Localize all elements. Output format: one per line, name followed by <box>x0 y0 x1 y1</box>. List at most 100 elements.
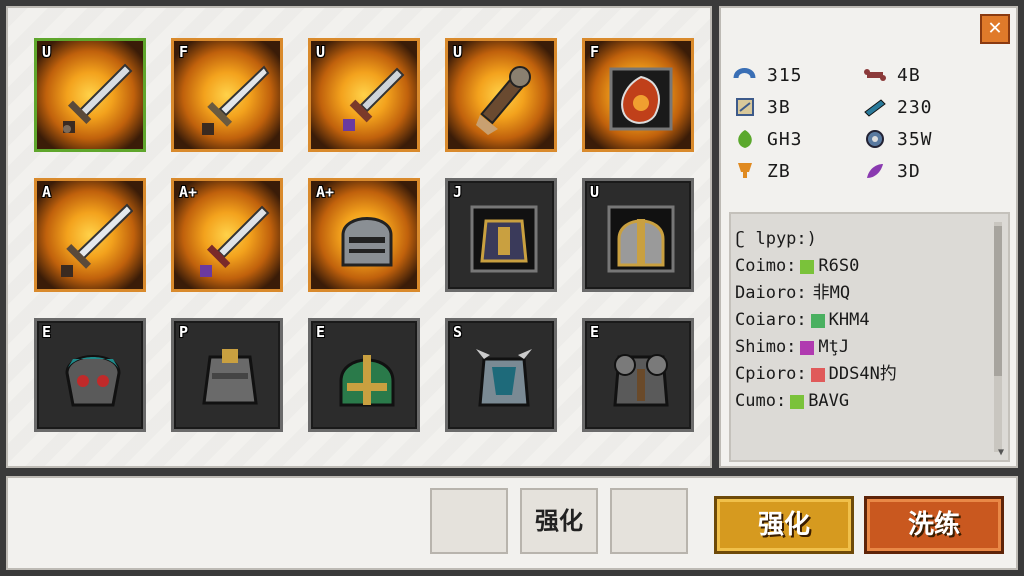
item-details-list: ʗ lpyp:) Coimo: R6S0 Daioro: 非MQ Coiaro: KHM4… <box>735 226 897 415</box>
inventory-slot[interactable]: F <box>171 38 283 152</box>
detail-chip-icon <box>800 259 815 274</box>
stat-entry: 230 <box>863 96 983 118</box>
detail-line: Daioro: 非MQ <box>735 280 897 307</box>
stat-value: 315 <box>767 64 803 86</box>
close-button[interactable]: ✕ <box>980 14 1010 44</box>
slot-grade-label: P <box>179 323 189 341</box>
inventory-grid: U F U U F A A+ A+ J U E P E S E <box>34 38 694 432</box>
material-slot-3[interactable] <box>610 488 688 554</box>
material-slot-label: 强化 <box>535 507 583 535</box>
slot-grade-label: A <box>42 183 52 201</box>
stat-entry: 35W <box>863 128 983 150</box>
short-sword-icon <box>343 67 405 131</box>
inventory-slot[interactable]: A+ <box>308 178 420 292</box>
slot-grade-label: E <box>42 323 52 341</box>
stats-panel: ✕ 315 4B 3B 230 GH3 35W ZB 3D ʗ lpyp:) Coimo: R6… <box>719 6 1018 468</box>
details-scrollbar[interactable] <box>994 222 1002 452</box>
knight-helmet-icon <box>341 217 393 267</box>
inventory-slot[interactable]: E <box>582 318 694 432</box>
slot-grade-label: E <box>316 323 326 341</box>
bone-club-icon <box>476 66 531 135</box>
inventory-slot[interactable]: U <box>34 38 146 152</box>
inventory-slot[interactable]: E <box>308 318 420 432</box>
gear-icon <box>866 130 884 148</box>
item-details-box[interactable]: ʗ lpyp:) Coimo: R6S0 Daioro: 非MQ Coiaro: KHM4… <box>729 212 1010 462</box>
detail-value: DDS4N扚 <box>828 364 897 384</box>
detail-value: MţJ <box>818 337 850 357</box>
stat-value: 230 <box>897 96 933 118</box>
inventory-panel: U F U U F A A+ A+ J U E P E S E <box>6 6 712 468</box>
detail-label: Cpioro: <box>735 364 807 384</box>
detail-label: Shimo: <box>735 337 797 357</box>
slot-grade-label: F <box>179 43 189 61</box>
slot-grade-label: F <box>590 43 600 61</box>
stat-value: 4B <box>897 64 921 86</box>
sword-icon <box>202 65 270 135</box>
detail-label: Coiaro: <box>735 310 807 330</box>
broadsword-icon <box>63 63 133 133</box>
detail-value: BAVG <box>808 391 850 411</box>
green-helmet-icon <box>339 355 395 407</box>
plate-armor-icon <box>202 349 258 405</box>
stat-value: 3D <box>897 160 921 182</box>
material-slot-1[interactable] <box>430 488 508 554</box>
stat-entry: 315 <box>733 64 863 86</box>
stat-value: 3B <box>767 96 791 118</box>
details-header: ʗ lpyp:) <box>735 229 817 249</box>
detail-label: Coimo: <box>735 256 797 276</box>
detail-value: KHM4 <box>828 310 870 330</box>
slot-grade-label: U <box>42 43 52 61</box>
detail-line: Cpioro: DDS4N扚 <box>735 361 897 388</box>
detail-label: Daioro: <box>735 283 807 303</box>
detail-line: Cumo: BAVG <box>735 388 897 415</box>
stat-entry: 3B <box>733 96 863 118</box>
detail-chip-icon <box>790 394 805 409</box>
inventory-slot[interactable]: U <box>308 38 420 152</box>
skull-mask-icon <box>65 355 121 407</box>
detail-chip-icon <box>810 367 825 382</box>
gold-armor-icon <box>470 205 538 273</box>
slot-grade-label: J <box>453 183 463 201</box>
stat-value: ZB <box>767 160 791 182</box>
scroll-icon <box>736 98 754 116</box>
action-bar: 强化 强化 洗练 <box>6 476 1018 570</box>
detail-value: 非MQ <box>812 283 851 303</box>
slot-grade-label: U <box>590 183 600 201</box>
stat-entry: GH3 <box>733 128 863 150</box>
detail-value: R6S0 <box>818 256 860 276</box>
inventory-slot[interactable]: J <box>445 178 557 292</box>
fire-gem-icon <box>609 67 673 131</box>
stat-value: GH3 <box>767 128 803 150</box>
slot-grade-label: S <box>453 323 463 341</box>
inventory-slot[interactable]: U <box>445 38 557 152</box>
inventory-slot[interactable]: S <box>445 318 557 432</box>
heavy-armor-icon <box>613 354 669 407</box>
detail-label: Cumo: <box>735 391 787 411</box>
inventory-slot[interactable]: P <box>171 318 283 432</box>
horseshoe-icon <box>733 68 756 79</box>
inventory-slot[interactable]: U <box>582 178 694 292</box>
stat-entry: ZB <box>733 160 863 182</box>
detail-chip-icon <box>800 340 815 355</box>
enhance-button[interactable]: 强化 <box>714 496 854 554</box>
slot-grade-label: U <box>453 43 463 61</box>
inventory-slot[interactable]: A <box>34 178 146 292</box>
feather-icon <box>867 164 883 178</box>
scroll-thumb[interactable] <box>994 226 1002 376</box>
blade-icon <box>864 99 886 117</box>
spiked-armor-icon <box>476 349 532 407</box>
reroll-button[interactable]: 洗练 <box>864 496 1004 554</box>
trophy-icon <box>738 163 752 178</box>
material-slot-2[interactable]: 强化 <box>520 488 598 554</box>
stat-entry: 3D <box>863 160 983 182</box>
leaf-icon <box>738 130 752 148</box>
inventory-slot[interactable]: F <box>582 38 694 152</box>
slot-grade-label: U <box>316 43 326 61</box>
stats-grid: 315 4B 3B 230 GH3 35W ZB 3D <box>733 64 983 182</box>
inventory-slot[interactable]: A+ <box>171 178 283 292</box>
bone-icon <box>864 69 886 81</box>
great-helm-icon <box>607 205 675 273</box>
detail-chip-icon <box>810 313 825 328</box>
scroll-down-icon[interactable]: ▼ <box>998 447 1004 458</box>
inventory-slot[interactable]: E <box>34 318 146 432</box>
